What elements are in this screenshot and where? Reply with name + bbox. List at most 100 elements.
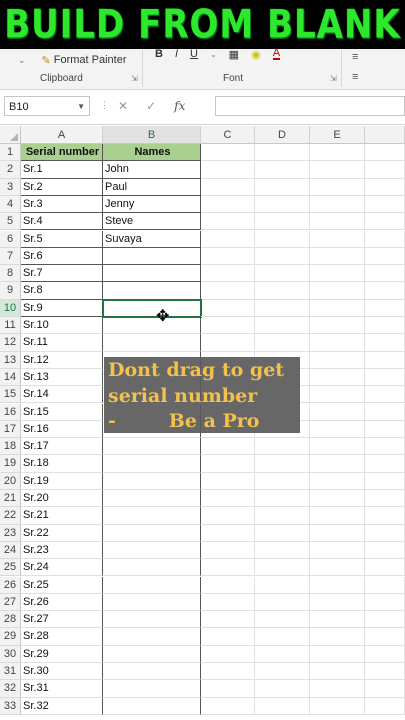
empty-cell[interactable] <box>365 524 405 542</box>
cell-serial[interactable]: Sr.21 <box>21 507 103 525</box>
empty-cell[interactable] <box>365 455 405 473</box>
empty-cell[interactable] <box>310 317 365 335</box>
cell-name[interactable] <box>103 490 201 508</box>
empty-cell[interactable] <box>201 230 255 248</box>
empty-cell[interactable] <box>310 680 365 698</box>
row-header[interactable]: 27 <box>0 593 21 612</box>
cell-serial[interactable]: Sr.12 <box>21 351 103 369</box>
empty-cell[interactable] <box>310 524 365 542</box>
row-header[interactable]: 15 <box>0 386 21 404</box>
row-header[interactable]: 31 <box>0 663 21 681</box>
empty-cell[interactable] <box>310 334 365 352</box>
cell-serial[interactable]: Sr.26 <box>21 593 103 612</box>
cell-serial[interactable]: Sr.8 <box>21 282 103 300</box>
bold-button[interactable]: B <box>155 48 163 60</box>
empty-cell[interactable] <box>255 611 310 629</box>
empty-cell[interactable] <box>365 213 405 231</box>
empty-cell[interactable] <box>365 593 405 612</box>
cell-name[interactable] <box>103 697 201 715</box>
underline-button[interactable]: U <box>190 48 198 60</box>
empty-cell[interactable] <box>310 611 365 629</box>
empty-cell[interactable] <box>310 593 365 612</box>
cell-name[interactable] <box>103 628 201 646</box>
font-color-icon[interactable]: A <box>272 48 281 60</box>
empty-cell[interactable] <box>310 645 365 663</box>
empty-cell[interactable] <box>201 282 255 300</box>
column-header-c[interactable]: C <box>201 126 255 144</box>
format-painter-button[interactable]: ⌄ ✎ Format Painter <box>18 51 127 69</box>
column-header-f[interactable] <box>365 126 405 144</box>
row-header[interactable]: 28 <box>0 611 21 629</box>
cell-serial[interactable]: Sr.32 <box>21 697 103 715</box>
empty-cell[interactable] <box>201 213 255 231</box>
cell-serial[interactable]: Sr.6 <box>21 247 103 266</box>
empty-cell[interactable] <box>365 334 405 352</box>
empty-cell[interactable] <box>310 386 365 404</box>
empty-cell[interactable] <box>255 299 310 317</box>
empty-cell[interactable] <box>201 317 255 335</box>
empty-cell[interactable] <box>310 368 365 387</box>
empty-cell[interactable] <box>201 628 255 646</box>
empty-cell[interactable] <box>365 178 405 196</box>
cell-serial[interactable]: Sr.5 <box>21 230 103 248</box>
empty-cell[interactable] <box>255 697 310 715</box>
empty-cell[interactable] <box>201 490 255 508</box>
empty-cell[interactable] <box>255 472 310 490</box>
cell-serial[interactable]: Sr.30 <box>21 663 103 681</box>
empty-cell[interactable] <box>201 663 255 681</box>
row-header[interactable]: 13 <box>0 351 21 369</box>
select-all-button[interactable] <box>0 126 21 144</box>
empty-cell[interactable] <box>201 334 255 352</box>
empty-cell[interactable] <box>201 593 255 612</box>
row-header[interactable]: 16 <box>0 403 21 421</box>
row-header[interactable]: 12 <box>0 334 21 352</box>
empty-cell[interactable] <box>255 541 310 560</box>
empty-cell[interactable] <box>310 697 365 715</box>
italic-button[interactable]: I <box>175 48 178 60</box>
cell-serial[interactable]: Sr.11 <box>21 334 103 352</box>
cell-name[interactable] <box>103 507 201 525</box>
empty-cell[interactable] <box>255 663 310 681</box>
row-header[interactable]: 20 <box>0 472 21 490</box>
empty-cell[interactable] <box>255 178 310 196</box>
row-header[interactable]: 29 <box>0 628 21 646</box>
empty-cell[interactable] <box>201 680 255 698</box>
empty-cell[interactable] <box>310 403 365 421</box>
cell-serial[interactable]: Sr.14 <box>21 386 103 404</box>
row-header[interactable]: 2 <box>0 161 21 179</box>
cell-name[interactable] <box>103 541 201 560</box>
cell-serial[interactable]: Sr.9 <box>21 299 103 317</box>
empty-cell[interactable] <box>365 299 405 317</box>
row-header[interactable]: 6 <box>0 230 21 248</box>
empty-cell[interactable] <box>201 195 255 214</box>
empty-cell[interactable] <box>310 628 365 646</box>
cell-name[interactable] <box>103 265 201 283</box>
row-header[interactable]: 7 <box>0 247 21 266</box>
empty-cell[interactable] <box>201 178 255 196</box>
empty-cell[interactable] <box>310 299 365 317</box>
empty-cell[interactable] <box>255 317 310 335</box>
cell-name[interactable] <box>103 611 201 629</box>
empty-cell[interactable] <box>255 628 310 646</box>
empty-cell[interactable] <box>365 368 405 387</box>
cell-serial[interactable]: Sr.16 <box>21 420 103 439</box>
empty-cell[interactable] <box>255 161 310 179</box>
cell-name[interactable] <box>103 663 201 681</box>
empty-cell[interactable] <box>365 438 405 456</box>
empty-cell[interactable] <box>310 351 365 369</box>
row-header[interactable]: 22 <box>0 507 21 525</box>
empty-cell[interactable] <box>365 386 405 404</box>
empty-cell[interactable] <box>255 195 310 214</box>
empty-cell[interactable] <box>255 559 310 577</box>
align-icon[interactable]: ≡ <box>352 51 358 63</box>
row-header[interactable]: 30 <box>0 645 21 663</box>
empty-cell[interactable] <box>201 507 255 525</box>
cell-serial[interactable]: Sr.22 <box>21 524 103 542</box>
empty-cell[interactable] <box>365 507 405 525</box>
column-header-e[interactable]: E <box>310 126 365 144</box>
column-header-b[interactable]: B <box>103 126 201 144</box>
empty-cell[interactable] <box>201 611 255 629</box>
cell-serial[interactable]: Sr.19 <box>21 472 103 490</box>
empty-cell[interactable] <box>310 265 365 283</box>
empty-cell[interactable] <box>310 161 365 179</box>
